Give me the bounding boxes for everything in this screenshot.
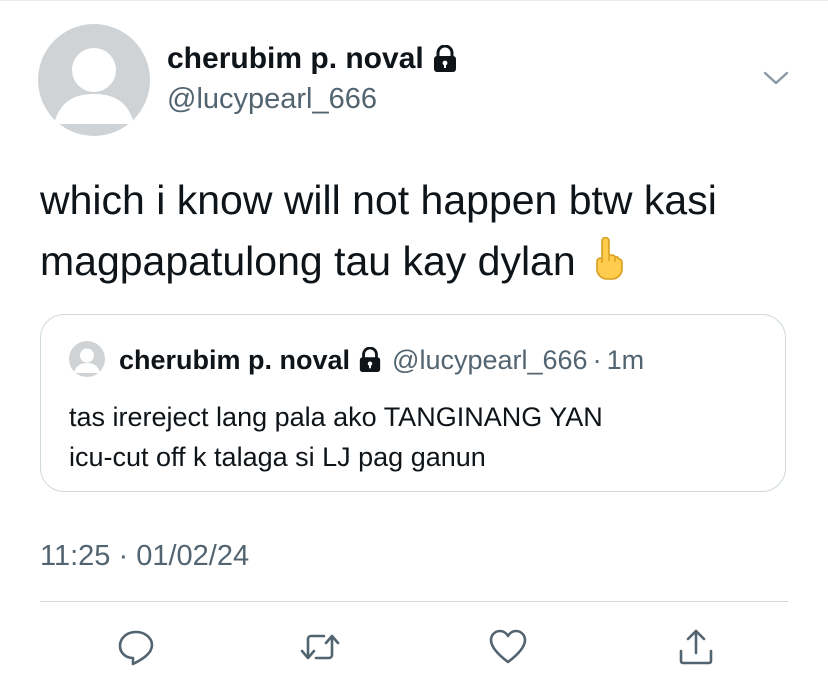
quoted-text-line-2: icu-cut off k talaga si LJ pag ganun [69, 442, 486, 472]
pointing-up-emoji-icon [595, 237, 623, 280]
lock-icon [359, 347, 381, 372]
quoted-author-name: cherubim p. noval [119, 344, 351, 375]
author-handle[interactable]: @lucypearl_666 [167, 83, 377, 116]
chevron-down-icon[interactable] [762, 68, 790, 88]
quoted-author-handle: @lucypearl_666 [392, 344, 588, 375]
top-divider [0, 0, 828, 1]
lock-icon [433, 45, 456, 72]
tweet-text-line-2: magpapatulong tau kay dylan [40, 231, 800, 292]
default-avatar-icon [54, 48, 134, 124]
tweet-text-line-1: which i know will not happen btw kasi [40, 177, 717, 223]
heart-icon[interactable] [488, 627, 528, 667]
author-display-name[interactable]: cherubim p. noval [167, 42, 458, 76]
separator-dot: · [592, 344, 602, 375]
tweet-text-line-2-text: magpapatulong tau kay dylan [40, 238, 576, 284]
quoted-tweet-card[interactable]: cherubim p. noval @lucypearl_666 · 1m ta… [40, 314, 786, 492]
tweet-timestamp[interactable]: 11:25 · 01/02/24 [40, 540, 249, 573]
quoted-tweet-time: 1m [606, 344, 645, 375]
quoted-text-line-1: tas irereject lang pala ako TANGINANG YA… [69, 402, 603, 432]
quoted-tweet-text: tas irereject lang pala ako TANGINANG YA… [69, 397, 759, 477]
author-avatar[interactable] [38, 24, 150, 136]
reply-icon[interactable] [116, 627, 156, 667]
quoted-tweet-header: cherubim p. noval @lucypearl_666 · 1m [119, 341, 644, 379]
actions-divider [40, 601, 788, 602]
retweet-icon[interactable] [300, 627, 340, 667]
quoted-author-avatar [69, 341, 105, 377]
author-name-text: cherubim p. noval [167, 42, 424, 75]
default-avatar-icon [74, 348, 100, 373]
share-icon[interactable] [676, 627, 716, 667]
tweet-text: which i know will not happen btw kasi ma… [40, 170, 800, 292]
